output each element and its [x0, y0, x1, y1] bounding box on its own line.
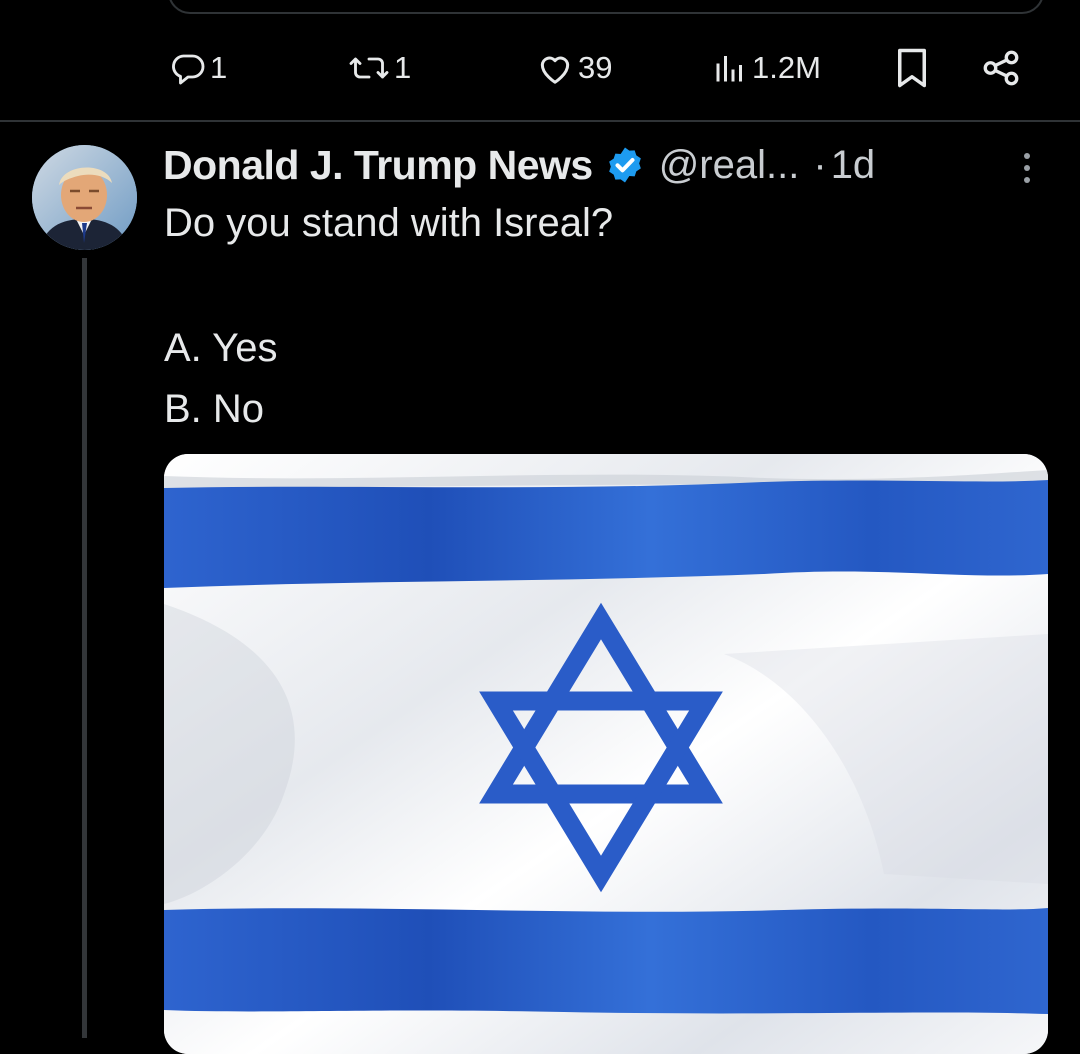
view-count: 1.2M [752, 50, 821, 85]
retweet-button[interactable]: 1 [348, 46, 411, 90]
reply-count: 1 [210, 50, 228, 85]
tweet-header: Donald J. Trump News @real... · 1d [163, 138, 875, 192]
author-display-name[interactable]: Donald J. Trump News [163, 142, 593, 189]
tweet-text-line: B. No [164, 387, 265, 431]
bookmark-icon [893, 47, 931, 89]
portrait-avatar-icon [32, 145, 137, 250]
previous-tweet-action-bar: 1 1 39 1.2M [0, 40, 1080, 96]
thread-connector-line [82, 258, 87, 1038]
like-icon [536, 50, 574, 86]
share-button[interactable] [980, 46, 1022, 90]
share-icon [980, 47, 1022, 89]
tweet-divider [0, 120, 1080, 122]
tweet-timestamp[interactable]: 1d [831, 143, 876, 188]
author-handle[interactable]: @real... [659, 143, 800, 188]
reply-icon [170, 50, 206, 86]
author-avatar[interactable] [32, 145, 137, 250]
bookmark-button[interactable] [893, 46, 931, 90]
tweet-text-line: A. Yes [164, 326, 278, 370]
flag-image-icon [164, 454, 1048, 1054]
tweet-media-image[interactable] [164, 454, 1048, 1054]
views-icon [712, 50, 748, 86]
retweet-icon [348, 50, 390, 86]
meta-separator: · [813, 142, 827, 187]
retweet-count: 1 [394, 50, 412, 85]
verified-icon [605, 145, 645, 185]
tweet-text-line: Do you stand with Isreal? [164, 201, 614, 245]
more-icon[interactable] [1016, 148, 1038, 188]
like-button[interactable]: 39 [536, 46, 612, 90]
views-button[interactable]: 1.2M [712, 46, 821, 90]
like-count: 39 [578, 50, 613, 85]
previous-tweet-card-edge [168, 0, 1044, 14]
reply-button[interactable]: 1 [170, 46, 227, 90]
